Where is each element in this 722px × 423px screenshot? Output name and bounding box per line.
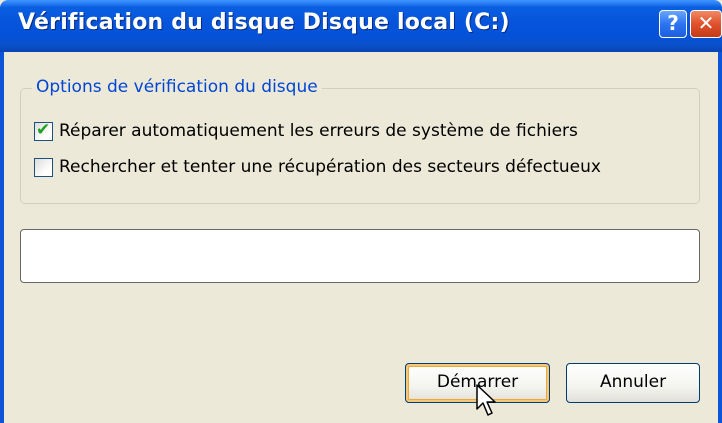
disk-check-options-group [20, 88, 700, 204]
option-scan-sectors[interactable]: Rechercher et tenter une récupération de… [34, 155, 601, 179]
close-button[interactable]: ✕ [690, 10, 722, 38]
title-bar[interactable]: Vérification du disque Disque local (C:)… [0, 0, 722, 52]
window-frame-right [718, 52, 722, 423]
mouse-pointer-icon [476, 384, 496, 416]
check-icon: ✔ [36, 119, 51, 140]
scan-sectors-checkbox[interactable] [34, 157, 53, 177]
option-auto-fix[interactable]: ✔ Réparer automatiquement les erreurs de… [34, 119, 578, 143]
window-frame-left [0, 52, 4, 423]
auto-fix-label[interactable]: Réparer automatiquement les erreurs de s… [59, 121, 578, 141]
window-title: Vérification du disque Disque local (C:) [18, 10, 510, 35]
scan-sectors-label[interactable]: Rechercher et tenter une récupération de… [59, 157, 601, 177]
progress-bar [20, 229, 700, 283]
cancel-button[interactable]: Annuler [566, 363, 700, 403]
help-button[interactable]: ? [659, 10, 687, 38]
group-legend: Options de vérification du disque [32, 77, 322, 97]
auto-fix-checkbox[interactable]: ✔ [34, 119, 53, 141]
check-disk-dialog: Vérification du disque Disque local (C:)… [0, 0, 722, 423]
screen: Vérification du disque Disque local (C:)… [0, 0, 722, 423]
